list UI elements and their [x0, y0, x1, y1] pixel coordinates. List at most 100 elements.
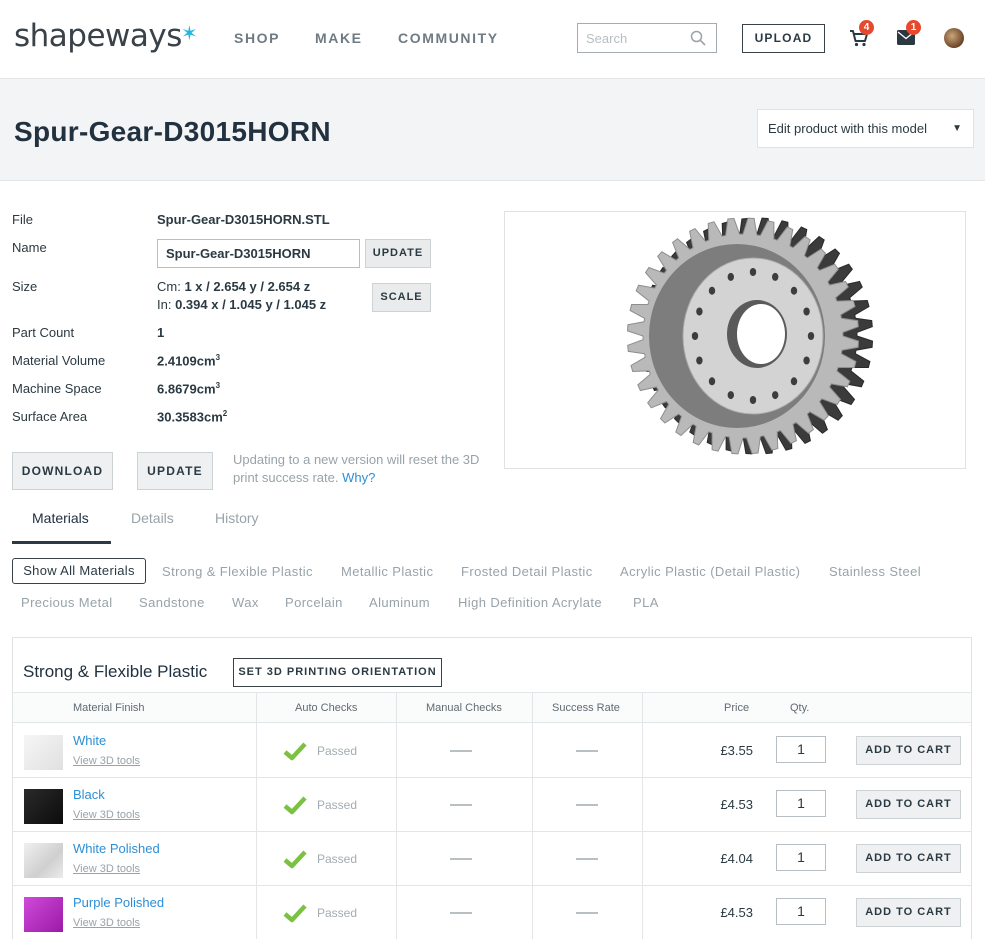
gear-bolt-hole [772, 272, 779, 281]
name-field[interactable]: Spur-Gear-D3015HORN [157, 239, 360, 268]
edit-product-select[interactable]: Edit product with this model ▼ [757, 109, 974, 148]
material-name-link[interactable]: Purple Polished [73, 895, 164, 910]
filter-acrylic-plastic[interactable]: Acrylic Plastic (Detail Plastic) [620, 564, 800, 579]
shapeways-logo[interactable]: shapeways ✶ [14, 18, 198, 54]
filter-precious-metal[interactable]: Precious Metal [21, 595, 113, 610]
mail-count-badge: 1 [906, 20, 921, 35]
gear-bolt-hole [691, 332, 699, 340]
machine-space-number: 6.8679cm [157, 381, 216, 397]
material-volume-label: Material Volume [12, 353, 106, 368]
material-name-link[interactable]: White Polished [73, 841, 160, 856]
why-link[interactable]: Why? [342, 470, 375, 485]
set-orientation-button[interactable]: SET 3D PRINTING ORIENTATION [233, 658, 442, 687]
gear-bolt-hole [708, 286, 716, 295]
add-to-cart-button[interactable]: ADD TO CART [856, 844, 961, 873]
surface-area-label: Surface Area [12, 409, 88, 424]
view-3d-tools-link[interactable]: View 3D tools [73, 917, 140, 929]
size-cm-value: 1 x / 2.654 y / 2.654 z [184, 279, 311, 294]
gear-bolt-hole [803, 356, 810, 365]
gear-bolt-hole [749, 268, 757, 276]
quantity-input[interactable]: 1 [776, 898, 826, 925]
search-input[interactable]: Search [577, 23, 717, 53]
quantity-input[interactable]: 1 [776, 736, 826, 763]
header-qty: Qty. [790, 702, 810, 714]
machine-space-value: 6.8679cm3 [157, 381, 220, 396]
filter-strong-flexible-plastic[interactable]: Strong & Flexible Plastic [162, 564, 313, 579]
filter-porcelain[interactable]: Porcelain [285, 595, 343, 610]
file-value: Spur-Gear-D3015HORN.STL [157, 212, 330, 227]
header-auto-checks: Auto Checks [295, 702, 358, 714]
material-swatch-black [24, 789, 63, 824]
caret-down-icon: ▼ [952, 123, 962, 134]
nav-shop[interactable]: SHOP [234, 30, 280, 46]
gear-bolt-hole [727, 391, 734, 400]
nav-community[interactable]: COMMUNITY [398, 30, 499, 46]
search-icon[interactable] [690, 30, 706, 46]
upload-button[interactable]: UPLOAD [742, 24, 825, 53]
quantity-input[interactable]: 1 [776, 844, 826, 871]
auto-check-status: Passed [317, 798, 358, 812]
filter-stainless-steel[interactable]: Stainless Steel [829, 564, 921, 579]
gear-bolt-hole [727, 272, 734, 281]
auto-check-status: Passed [317, 906, 358, 920]
filter-show-all[interactable]: Show All Materials [12, 558, 146, 584]
table-row: White View 3D tools Passed £3.55 1 ADD T… [13, 724, 971, 778]
scale-button[interactable]: SCALE [372, 283, 431, 312]
filter-frosted-detail-plastic[interactable]: Frosted Detail Plastic [461, 564, 593, 579]
search-placeholder: Search [586, 31, 628, 46]
table-row: White Polished View 3D tools Passed £4.0… [13, 832, 971, 886]
nav-make[interactable]: MAKE [315, 30, 363, 46]
filter-hd-acrylate[interactable]: High Definition Acrylate [458, 595, 602, 610]
view-3d-tools-link[interactable]: View 3D tools [73, 755, 140, 767]
quantity-input[interactable]: 1 [776, 790, 826, 817]
part-count-label: Part Count [12, 325, 75, 340]
filter-metallic-plastic[interactable]: Metallic Plastic [341, 564, 433, 579]
view-3d-tools-link[interactable]: View 3D tools [73, 809, 140, 821]
update-note: Updating to a new version will reset the… [233, 451, 488, 487]
success-rate-empty [576, 858, 598, 860]
filter-aluminum[interactable]: Aluminum [369, 595, 430, 610]
user-avatar[interactable] [944, 28, 964, 48]
material-price: £3.55 [720, 743, 753, 758]
unit-superscript: 3 [215, 381, 221, 390]
gear-bolt-hole [790, 377, 798, 386]
gear-bolt-hole [708, 377, 716, 386]
gear-model-image [626, 217, 874, 455]
title-band: Spur-Gear-D3015HORN Edit product with th… [0, 79, 985, 181]
tab-history[interactable]: History [215, 510, 259, 526]
update-name-button[interactable]: UPDATE [365, 239, 431, 268]
add-to-cart-button[interactable]: ADD TO CART [856, 898, 961, 927]
material-name-link[interactable]: White [73, 733, 106, 748]
download-button[interactable]: DOWNLOAD [12, 452, 113, 490]
material-volume-number: 2.4109cm [157, 353, 216, 369]
manual-checks-empty [450, 912, 472, 914]
tab-materials[interactable]: Materials [32, 510, 89, 526]
header-material-finish: Material Finish [73, 702, 145, 714]
gear-center-bore-opening [737, 304, 785, 364]
part-count-value: 1 [157, 325, 165, 340]
material-name-link[interactable]: Black [73, 787, 105, 802]
material-swatch-white [24, 735, 63, 770]
logo-star-icon: ✶ [181, 21, 198, 45]
manual-checks-empty [450, 858, 472, 860]
header-price: Price [724, 702, 750, 714]
auto-check-status: Passed [317, 852, 358, 866]
filter-sandstone[interactable]: Sandstone [139, 595, 205, 610]
filter-pla[interactable]: PLA [633, 595, 659, 610]
surface-area-number: 30.3583cm [157, 409, 223, 425]
logo-text: shapeways [14, 18, 182, 54]
filter-wax[interactable]: Wax [232, 595, 259, 610]
surface-area-value: 30.3583cm2 [157, 409, 227, 424]
tab-details[interactable]: Details [131, 510, 174, 526]
add-to-cart-button[interactable]: ADD TO CART [856, 736, 961, 765]
model-preview[interactable] [504, 211, 966, 469]
update-model-button[interactable]: UPDATE [137, 452, 213, 490]
success-rate-empty [576, 750, 598, 752]
page-title: Spur-Gear-D3015HORN [14, 116, 331, 147]
manual-checks-empty [450, 750, 472, 752]
size-in-prefix: In: [157, 297, 172, 312]
table-row: Purple Polished View 3D tools Passed £4.… [13, 886, 971, 939]
view-3d-tools-link[interactable]: View 3D tools [73, 863, 140, 875]
check-icon [283, 904, 307, 923]
add-to-cart-button[interactable]: ADD TO CART [856, 790, 961, 819]
